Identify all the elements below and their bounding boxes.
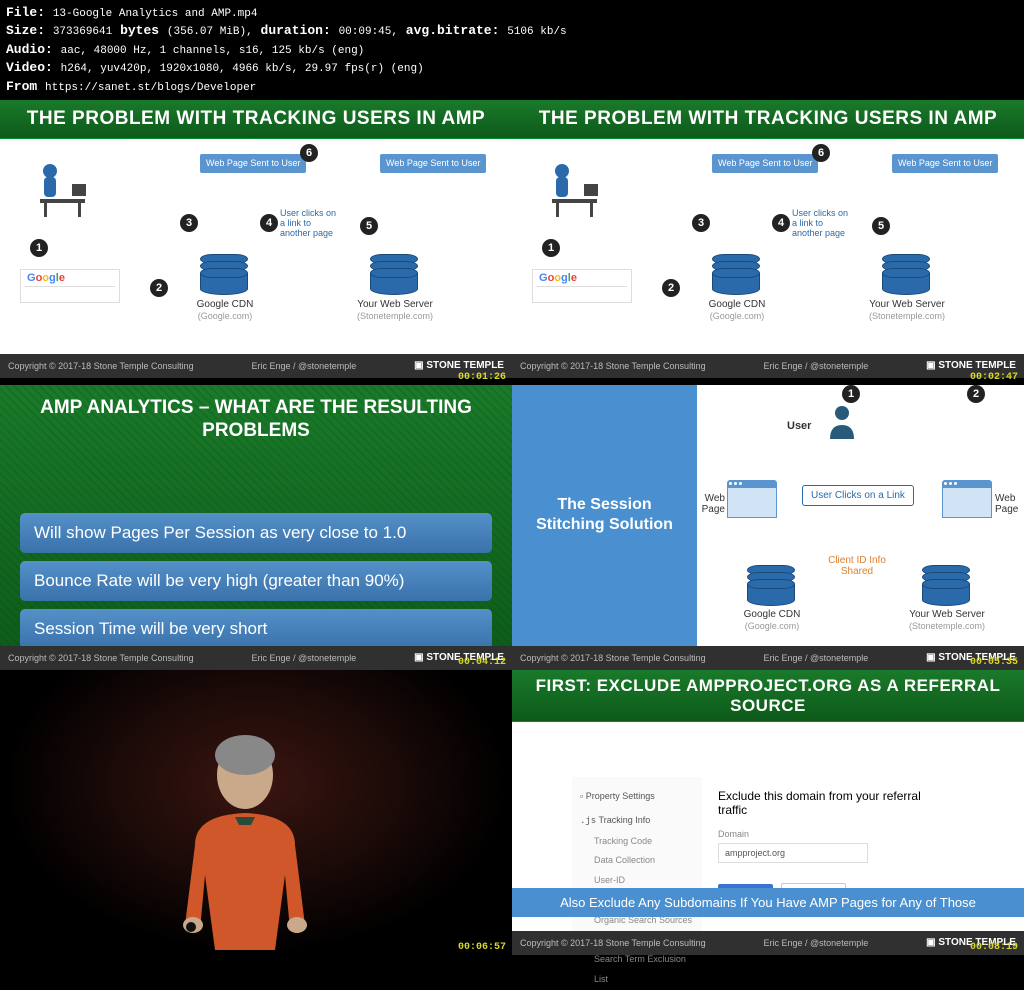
blue-note-bar: Also Exclude Any Subdomains If You Have … [512, 888, 1024, 917]
db-your-server: Your Web Server(Stonetemple.com) [922, 565, 992, 633]
media-info-block: File: 13-Google Analytics and AMP.mp4 Si… [0, 0, 1024, 100]
ga-form-title: Exclude this domain from your referral t… [718, 789, 948, 817]
db-google-cdn: Google CDN(Google.com) [747, 565, 807, 633]
thumb-1: THE PROBLEM WITH TRACKING USERS IN AMP G… [0, 100, 512, 385]
step-2: 2 [967, 385, 985, 403]
user-clicks-box: User Clicks on a Link [802, 485, 914, 506]
tag-webpage-sent-1: Web Page Sent to User [200, 154, 306, 173]
tag-webpage-sent-2: Web Page Sent to User [380, 154, 486, 173]
step-2: 2 [150, 279, 168, 297]
thumbnail-grid: THE PROBLEM WITH TRACKING USERS IN AMP G… [0, 100, 1024, 955]
user-icon [827, 405, 857, 444]
bullet-3: Session Time will be very short [20, 609, 492, 649]
timestamp: 00:06:57 [458, 942, 506, 953]
left-title: The Session Stitching Solution [512, 385, 697, 646]
step-6: 6 [300, 144, 318, 162]
step-1: 1 [30, 239, 48, 257]
speaker-figure [145, 725, 345, 955]
user-at-desk-icon [30, 159, 100, 224]
user-label: User [787, 420, 811, 432]
slide-title: FIRST: EXCLUDE AMPPROJECT.ORG AS A REFER… [512, 670, 1024, 722]
browser-left [727, 480, 777, 518]
slide-footer: Copyright © 2017-18 Stone Temple Consult… [0, 354, 512, 378]
step-1: 1 [842, 385, 860, 403]
ga-domain-label: Domain [718, 829, 948, 839]
slide-title: THE PROBLEM WITH TRACKING USERS IN AMP [0, 100, 512, 139]
bullet-2: Bounce Rate will be very high (greater t… [20, 561, 492, 601]
timestamp: 00:05:35 [970, 657, 1018, 668]
timestamp: 00:04:12 [458, 657, 506, 668]
thumb-3: AMP ANALYTICS – WHAT ARE THE RESULTING P… [0, 385, 512, 670]
browser-right [942, 480, 992, 518]
google-search-box: Google [20, 269, 120, 303]
bullet-1: Will show Pages Per Session as very clos… [20, 513, 492, 553]
timestamp: 00:02:47 [970, 372, 1018, 383]
step-3: 3 [180, 214, 198, 232]
session-stitch-diagram: User 1 2 Web Page Web Page User Clicks o… [697, 385, 1024, 646]
note-user-clicks: User clicks on a link to another page [280, 209, 340, 239]
db-your-server: Your Web Server(Stonetemple.com) [370, 254, 440, 323]
client-id-label: Client ID Info Shared [822, 555, 892, 577]
diagram-body: Google Web Page Sent to User Web Page Se… [0, 139, 512, 354]
timestamp: 00:01:26 [458, 372, 506, 383]
speaker-photo [0, 670, 512, 955]
webpage-label-left: Web Page [697, 493, 725, 515]
step-5: 5 [360, 217, 378, 235]
db-google-cdn: Google CDN(Google.com) [200, 254, 260, 323]
thumb-5: 00:06:57 [0, 670, 512, 955]
step-4: 4 [260, 214, 278, 232]
thumb-6: FIRST: EXCLUDE AMPPROJECT.ORG AS A REFER… [512, 670, 1024, 955]
thumb-2: THE PROBLEM WITH TRACKING USERS IN AMP G… [512, 100, 1024, 385]
slide-title: AMP ANALYTICS – WHAT ARE THE RESULTING P… [0, 385, 512, 443]
timestamp: 00:08:19 [970, 942, 1018, 953]
webpage-label-right: Web Page [995, 493, 1024, 515]
thumb-4: The Session Stitching Solution User 1 2 … [512, 385, 1024, 670]
ga-domain-input[interactable]: ampproject.org [718, 843, 868, 863]
